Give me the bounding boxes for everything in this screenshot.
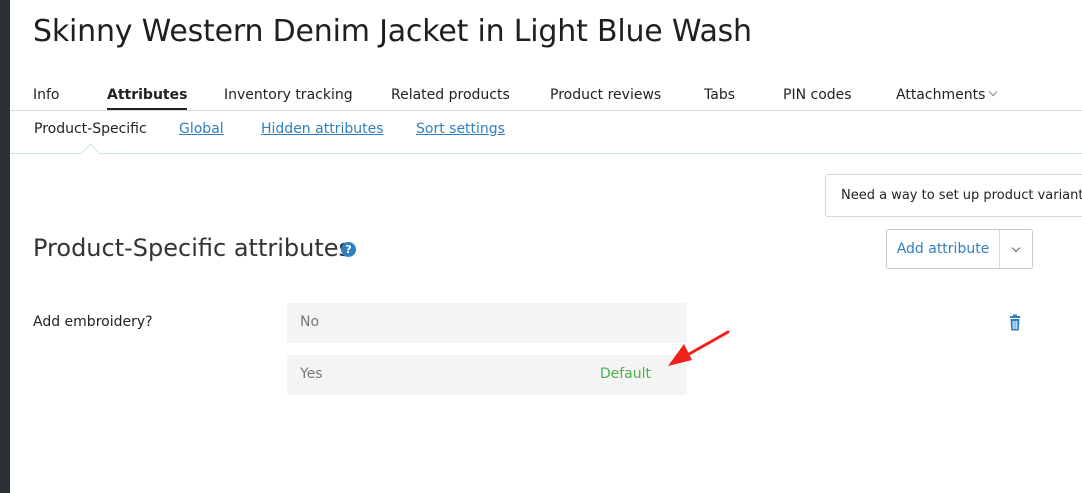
tab-pin-codes[interactable]: PIN codes bbox=[783, 87, 852, 103]
tab-tabs[interactable]: Tabs bbox=[704, 87, 735, 103]
subtab-bar: Product-Specific Global Hidden attribute… bbox=[10, 111, 1082, 162]
subtab-hidden-attributes[interactable]: Hidden attributes bbox=[261, 121, 384, 137]
subtab-sort-settings[interactable]: Sort settings bbox=[416, 121, 505, 137]
notice-text: Need a way to set up product variants? bbox=[841, 188, 1082, 203]
default-badge: Default bbox=[599, 366, 651, 382]
subtab-product-specific[interactable]: Product-Specific bbox=[34, 121, 147, 137]
left-sidebar-edge bbox=[0, 0, 10, 493]
trash-icon[interactable] bbox=[1006, 314, 1024, 332]
tab-attachments-label: Attachments bbox=[896, 87, 986, 103]
red-arrow-icon bbox=[668, 330, 730, 366]
tab-product-reviews[interactable]: Product reviews bbox=[550, 87, 661, 103]
option-value: No bbox=[300, 314, 320, 330]
help-icon[interactable]: ? bbox=[341, 242, 356, 257]
chevron-down-icon bbox=[1011, 243, 1021, 253]
tab-inventory-tracking[interactable]: Inventory tracking bbox=[224, 87, 353, 103]
option-value: Yes bbox=[300, 366, 323, 382]
attribute-option-yes[interactable]: Yes Default bbox=[287, 355, 687, 395]
add-attribute-button-group: Add attribute bbox=[886, 229, 1033, 269]
add-attribute-dropdown-toggle[interactable] bbox=[1000, 230, 1032, 268]
chevron-down-icon bbox=[989, 87, 998, 97]
add-attribute-button[interactable]: Add attribute bbox=[887, 230, 1000, 268]
subtab-global[interactable]: Global bbox=[179, 121, 224, 137]
tab-attributes[interactable]: Attributes bbox=[107, 87, 188, 110]
tab-related-products[interactable]: Related products bbox=[391, 87, 510, 103]
section-title: Product-Specific attributes bbox=[33, 234, 352, 262]
attribute-name: Add embroidery? bbox=[33, 314, 153, 330]
active-subtab-pointer bbox=[81, 143, 100, 162]
page-title: Skinny Western Denim Jacket in Light Blu… bbox=[33, 14, 752, 49]
attribute-option-no[interactable]: No bbox=[287, 303, 687, 343]
variants-notice: Need a way to set up product variants? I bbox=[825, 174, 1082, 217]
tab-info[interactable]: Info bbox=[33, 87, 60, 103]
tab-attachments[interactable]: Attachments bbox=[896, 87, 998, 103]
tab-bar: Info Attributes Inventory tracking Relat… bbox=[10, 80, 1082, 111]
